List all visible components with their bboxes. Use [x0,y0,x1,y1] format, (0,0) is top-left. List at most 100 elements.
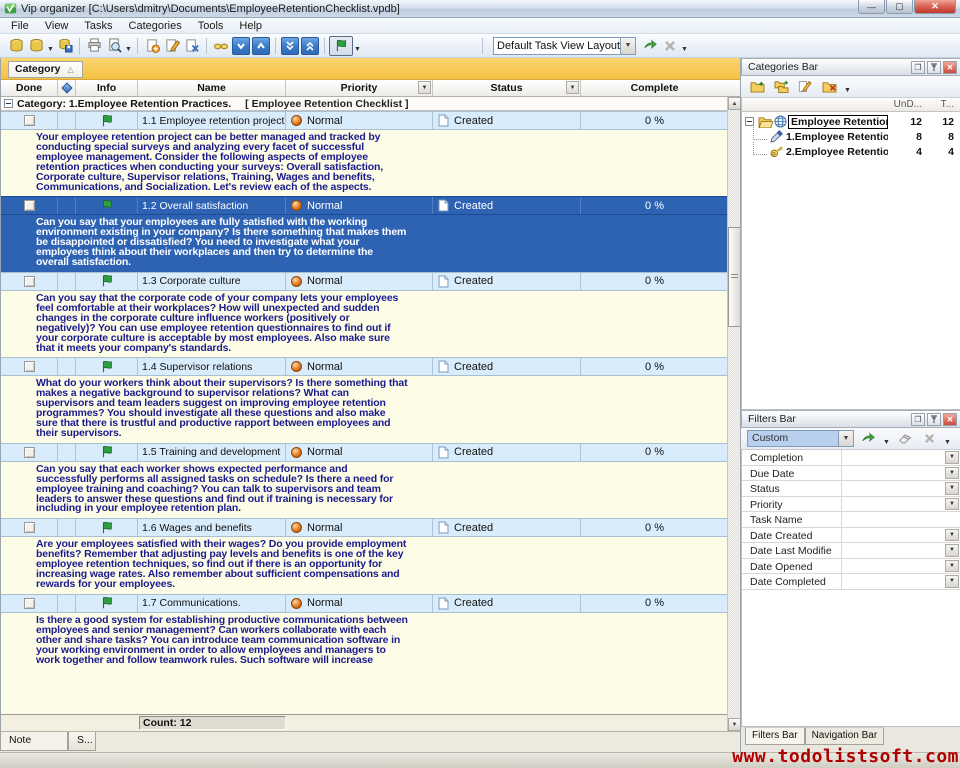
column-header-priority[interactable]: Priority▼ [286,80,433,96]
new-category-icon[interactable] [747,77,767,97]
delete-layout-icon[interactable] [660,36,680,56]
task-done-checkbox[interactable] [24,447,35,458]
task-complete-cell[interactable]: 0 % [581,112,728,129]
task-done-checkbox[interactable] [24,200,35,211]
apply-filter-icon[interactable] [858,429,878,449]
tab-filters-bar[interactable]: Filters Bar [745,727,805,745]
filter-dropdown-icon[interactable]: ▼ [945,544,959,557]
column-header-flag[interactable] [58,80,76,96]
filter-value-field[interactable] [842,528,944,543]
group-by-category-button[interactable]: Category △ [8,61,83,78]
close-button[interactable]: ✕ [914,0,956,14]
move-top-icon[interactable] [301,37,319,55]
print-preview-icon[interactable] [104,36,124,56]
filter-value-field[interactable] [842,481,944,496]
task-priority-cell[interactable]: Normal [286,595,433,612]
category-group-row[interactable]: Category: 1.Employee Retention Practices… [1,97,740,111]
eraser-icon[interactable] [895,429,915,449]
task-done-checkbox[interactable] [24,361,35,372]
task-name[interactable]: 1.5 Training and development [138,444,286,461]
task-row[interactable]: 1.7 Communications. Normal Created 0 % [1,594,740,613]
delete-category-icon[interactable] [819,77,839,97]
task-priority-cell[interactable]: Normal [286,197,433,214]
panel-restore-icon[interactable]: ❐ [911,413,925,426]
filter-dropdown-icon[interactable]: ▼ [945,467,959,480]
filter-preset-combo[interactable]: Custom [747,430,839,447]
status-filter-dropdown-icon[interactable]: ▼ [566,81,579,94]
new-task-icon[interactable] [142,36,162,56]
category-item[interactable]: Employee Retention Checkli 12 12 [742,114,960,129]
open-database-icon[interactable] [26,36,46,56]
panel-close-icon[interactable]: ✕ [943,61,957,74]
show-notes-toggle[interactable] [329,36,353,56]
move-bottom-icon[interactable] [281,37,299,55]
column-header-info[interactable]: Info [76,80,138,96]
filter-value-field[interactable] [842,466,944,481]
print-icon[interactable] [84,36,104,56]
task-priority-cell[interactable]: Normal [286,444,433,461]
task-done-checkbox[interactable] [24,276,35,287]
panel-pin-icon[interactable] [927,413,941,426]
filter-value-field[interactable] [842,559,944,574]
filter-row[interactable]: Task Name ▼ [742,512,960,528]
task-complete-cell[interactable]: 0 % [581,595,728,612]
menu-view[interactable]: View [37,19,77,33]
task-status-cell[interactable]: Created [433,595,581,612]
category-item[interactable]: 1.Employee Retention Pract 8 8 [742,129,960,144]
tab-note[interactable]: Note [0,732,68,751]
filter-row[interactable]: Due Date ▼ [742,466,960,482]
task-complete-cell[interactable]: 0 % [581,519,728,536]
apply-filter-dropdown-icon[interactable]: ▼ [882,429,891,449]
filter-row[interactable]: Completion ▼ [742,450,960,466]
task-name[interactable]: 1.3 Corporate culture [138,273,286,290]
filter-dropdown-icon[interactable]: ▼ [945,451,959,464]
priority-filter-dropdown-icon[interactable]: ▼ [418,81,431,94]
filter-dropdown-icon[interactable]: ▼ [945,482,959,495]
task-description[interactable]: Can you say that your employees are full… [1,215,740,272]
filter-row[interactable]: Date Last Modifie ▼ [742,543,960,559]
edit-task-icon[interactable] [162,36,182,56]
filter-value-field[interactable] [842,497,944,512]
panel-close-icon[interactable]: ✕ [943,413,957,426]
task-priority-cell[interactable]: Normal [286,358,433,375]
task-name[interactable]: 1.6 Wages and benefits [138,519,286,536]
task-priority-cell[interactable]: Normal [286,273,433,290]
notes-dropdown-icon[interactable]: ▼ [353,36,362,56]
panel-pin-icon[interactable] [927,61,941,74]
open-dropdown-icon[interactable]: ▼ [46,36,55,56]
new-database-icon[interactable] [6,36,26,56]
task-done-checkbox[interactable] [24,522,35,533]
vertical-scrollbar[interactable]: ▲ ▼ [727,97,740,731]
filter-preset-dropdown-icon[interactable]: ▼ [839,430,854,447]
view-glasses-icon[interactable] [211,36,231,56]
task-complete-cell[interactable]: 0 % [581,273,728,290]
column-header-done[interactable]: Done [1,80,58,96]
task-description[interactable]: What do your workers think about their s… [1,376,740,442]
filter-dropdown-icon[interactable]: ▼ [945,529,959,542]
task-row[interactable]: 1.1 Employee retention project Normal Cr… [1,111,740,130]
task-name[interactable]: 1.1 Employee retention project [138,112,286,129]
task-status-cell[interactable]: Created [433,519,581,536]
filter-row[interactable]: Date Opened ▼ [742,559,960,575]
filter-dropdown-icon[interactable]: ▼ [945,560,959,573]
save-database-icon[interactable] [55,36,75,56]
task-description[interactable]: Is there a good system for establishing … [1,613,740,670]
collapse-tree-icon[interactable] [745,117,754,126]
task-description[interactable]: Can you say that each worker shows expec… [1,462,740,519]
tab-s[interactable]: S... [68,732,96,751]
task-status-cell[interactable]: Created [433,358,581,375]
menu-help[interactable]: Help [231,19,270,33]
task-complete-cell[interactable]: 0 % [581,444,728,461]
task-row[interactable]: 1.6 Wages and benefits Normal Created 0 … [1,518,740,537]
filter-value-field[interactable] [842,450,944,465]
task-priority-cell[interactable]: Normal [286,519,433,536]
column-header-status[interactable]: Status▼ [433,80,581,96]
menu-categories[interactable]: Categories [121,19,190,33]
collapse-group-icon[interactable] [4,99,13,108]
task-status-cell[interactable]: Created [433,197,581,214]
delete-task-icon[interactable] [182,36,202,56]
new-subcategory-icon[interactable] [771,77,791,97]
column-header-name[interactable]: Name [138,80,286,96]
clear-filter-icon[interactable] [919,429,939,449]
task-status-cell[interactable]: Created [433,273,581,290]
